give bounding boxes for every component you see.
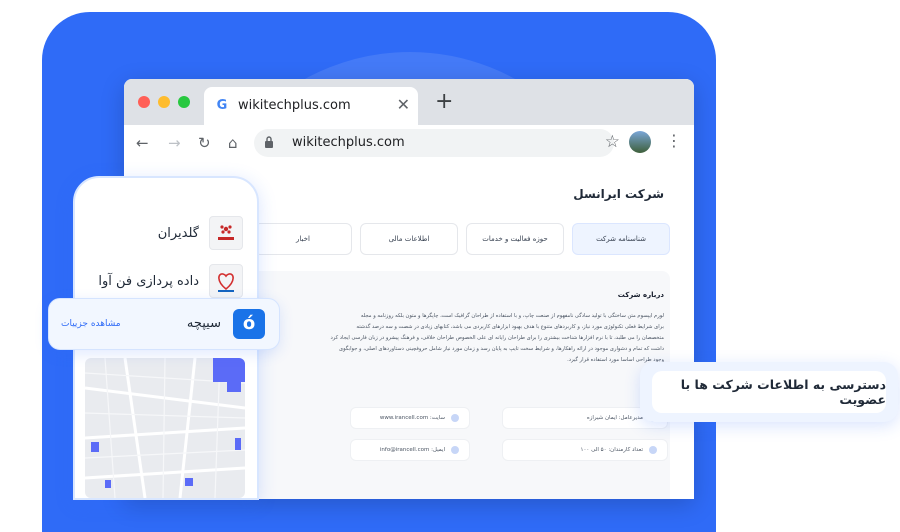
tab-label: حوزه فعالیت و خدمات — [482, 235, 548, 243]
company-name: سیپچه — [186, 316, 221, 331]
back-icon[interactable]: ← — [136, 133, 149, 153]
browser-tabbar: G wikitechplus.com ✕ + — [124, 79, 694, 125]
browser-tab[interactable]: G wikitechplus.com ✕ — [204, 87, 418, 125]
heart-icon — [218, 273, 234, 292]
new-tab-icon[interactable]: + — [435, 89, 453, 115]
sipche-logo: ó — [233, 309, 265, 339]
mail-icon — [451, 446, 459, 454]
tab-activity-services[interactable]: حوزه فعالیت و خدمات — [466, 223, 564, 255]
bookmark-star-icon[interactable]: ☆ — [605, 132, 620, 152]
membership-callout: دسترسی به اطلاعات شرکت ها با عضویت — [640, 362, 898, 422]
about-line: متخصصان را می طلبد، تا با نرم افزارها شن… — [330, 335, 664, 341]
company-list-item[interactable]: گلدیران — [158, 216, 243, 250]
tab-company-profile[interactable]: شناسنامه شرکت — [572, 223, 670, 255]
view-details-link[interactable]: مشاهده جزییات — [61, 319, 121, 329]
map-view[interactable] — [85, 358, 245, 498]
email-info[interactable]: ایمیل: info@irancell.com — [350, 439, 470, 461]
url-text: wikitechplus.com — [292, 135, 405, 150]
about-text: لورم ایپسوم متن ساختگی با تولید سادگی نا… — [284, 311, 664, 366]
tab-financial-info[interactable]: اطلاعات مالی — [360, 223, 458, 255]
about-heading: درباره شرکت — [617, 291, 664, 299]
highlighted-company-card[interactable]: ó سیپچه مشاهده جزییات — [48, 298, 280, 350]
map-streets — [85, 358, 245, 498]
tab-label: اخبار — [296, 235, 310, 243]
info-text: تعداد کارمندان: ۵۰ الی ۱۰۰ — [580, 447, 643, 453]
info-text: مدیرعامل: ایمان شیرازه — [586, 415, 643, 421]
company-title: شرکت ایرانسل — [573, 187, 664, 201]
close-tab-icon[interactable]: ✕ — [397, 95, 410, 115]
website-info[interactable]: سایت: www.irancell.com — [350, 407, 470, 429]
tab-label: اطلاعات مالی — [388, 235, 430, 243]
tab-news[interactable]: اخبار — [254, 223, 352, 255]
about-line: برای شرایط فعلی تکنولوژی مورد نیاز، و کا… — [356, 324, 664, 330]
minimize-window-dot[interactable] — [158, 96, 170, 108]
tab-label: شناسنامه شرکت — [596, 235, 646, 243]
more-menu-icon[interactable]: ⋮ — [666, 131, 682, 151]
callout-text: دسترسی به اطلاعات شرکت ها با عضویت — [652, 371, 886, 413]
flower-icon — [218, 225, 234, 240]
browser-toolbar: ← → ↻ ⌂ wikitechplus.com ☆ ⋮ — [124, 125, 694, 162]
google-icon: G — [216, 98, 228, 113]
tab-title: wikitechplus.com — [238, 98, 351, 113]
reload-icon[interactable]: ↻ — [198, 133, 211, 153]
company-name: داده پردازی فن آوا — [98, 273, 199, 289]
globe-icon — [451, 414, 459, 422]
about-line: وجود طراحی اساسا مورد استفاده قرار گیرد. — [567, 357, 664, 363]
fanava-logo — [209, 264, 243, 298]
goldiran-logo — [209, 216, 243, 250]
employees-info: تعداد کارمندان: ۵۰ الی ۱۰۰ — [502, 439, 668, 461]
company-list-item[interactable]: داده پردازی فن آوا — [98, 264, 243, 298]
info-text: سایت: www.irancell.com — [379, 415, 445, 421]
about-line: لورم ایپسوم متن ساختگی با تولید سادگی نا… — [360, 313, 664, 319]
maximize-window-dot[interactable] — [178, 96, 190, 108]
lock-icon — [265, 136, 273, 148]
about-line: داشت که تمام و دشواری موجود در ارائه راه… — [339, 346, 664, 352]
home-icon[interactable]: ⌂ — [228, 133, 238, 153]
info-text: ایمیل: info@irancell.com — [379, 447, 445, 453]
forward-icon[interactable]: → — [168, 133, 181, 153]
address-bar[interactable]: wikitechplus.com ☆ — [254, 129, 620, 157]
company-name: گلدیران — [157, 225, 199, 241]
profile-avatar[interactable] — [629, 131, 651, 153]
users-icon — [649, 446, 657, 454]
close-window-dot[interactable] — [138, 96, 150, 108]
